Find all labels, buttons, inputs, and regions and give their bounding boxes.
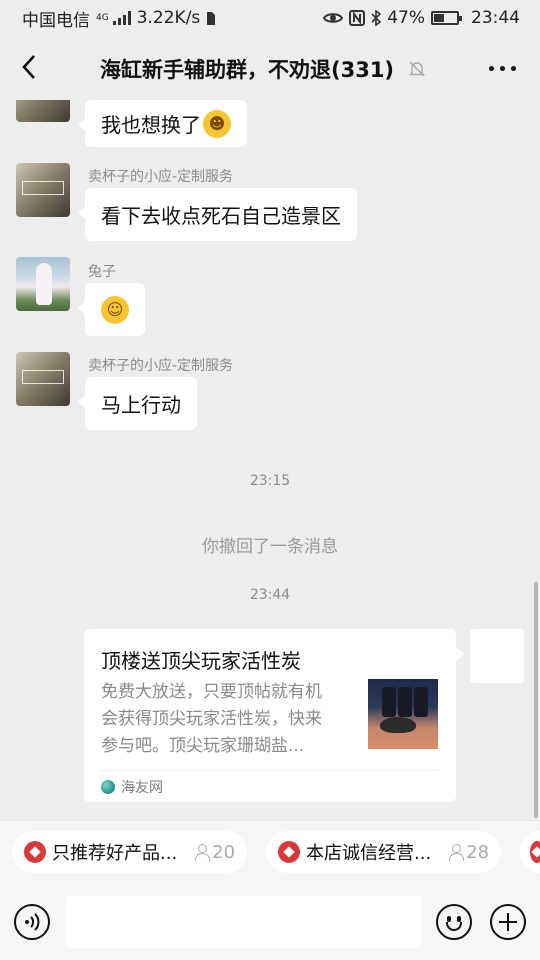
scrollbar[interactable]: [534, 582, 538, 818]
more-button[interactable]: [489, 66, 516, 71]
more-dots-icon: [489, 66, 494, 71]
more-functions-button[interactable]: [490, 904, 526, 940]
message-bubble[interactable]: 马上行动: [78, 377, 197, 430]
my-avatar[interactable]: [470, 629, 524, 683]
message-text: 看下去收点死石自己造景区: [101, 204, 341, 228]
chip-count: 20: [212, 841, 236, 863]
tag-icon: [24, 841, 46, 863]
link-card-description: 免费大放送，只要顶帖就有机 会获得顶尖玩家活性炭，快来 参与吧。顶尖玩家珊瑚盐.…: [101, 682, 322, 756]
message-bubble[interactable]: 看下去收点死石自己造景区: [78, 188, 357, 241]
sender-name: 卖杯子的小应-定制服务: [88, 169, 234, 185]
chip-label: 本店诚信经营...: [306, 843, 432, 864]
message-bubble[interactable]: ☺: [78, 283, 145, 336]
link-card[interactable]: 顶楼送顶尖玩家活性炭 免费大放送，只要顶帖就有机 会获得顶尖玩家活性炭，快来 参…: [84, 629, 464, 802]
avatar[interactable]: [16, 163, 70, 217]
tag-icon: [530, 841, 540, 863]
message-input[interactable]: [66, 896, 421, 948]
chip-label: 只推荐好产品...: [52, 843, 178, 864]
net-speed: 3.22K/s: [136, 8, 201, 28]
input-bar: [0, 884, 540, 960]
link-card-title: 顶楼送顶尖玩家活性炭: [101, 649, 301, 673]
person-icon: [449, 844, 465, 861]
back-arrow-icon: [22, 55, 35, 79]
person-icon: [195, 844, 211, 861]
divider: [101, 770, 439, 771]
bluetooth-icon: [371, 10, 382, 26]
signal-icon: [112, 11, 131, 25]
chip-item[interactable]: [520, 831, 540, 873]
sender-name: 卖杯子的小应-定制服务: [88, 358, 234, 374]
message-text: 马上行动: [101, 393, 181, 417]
message-text: 我也想换了: [101, 113, 201, 137]
smiling-face-icon: ☺: [101, 295, 129, 324]
avatar[interactable]: [16, 352, 70, 406]
message-bubble[interactable]: 我也想换了 ☻: [78, 100, 247, 147]
system-message: 你撤回了一条消息: [202, 537, 338, 557]
avatar[interactable]: [16, 100, 70, 122]
chat-title: 海缸新手辅助群，不劝退(331): [100, 58, 395, 82]
clock: 23:44: [471, 8, 520, 28]
chat-header: 海缸新手辅助群，不劝退(331): [0, 36, 540, 100]
emoji-button[interactable]: [436, 904, 472, 940]
chip-item[interactable]: 只推荐好产品... 20: [12, 831, 248, 873]
eye-icon: [323, 13, 344, 23]
mute-bell-icon: [408, 61, 426, 77]
avatar[interactable]: [16, 257, 70, 311]
battery-icon: [431, 11, 462, 25]
link-card-source: 海友网: [101, 777, 163, 797]
link-card-thumbnail: [368, 679, 438, 749]
sim-icon: [207, 11, 216, 25]
quick-chips: 只推荐好产品... 20 本店诚信经营... 28: [0, 820, 540, 884]
message-list[interactable]: 我也想换了 ☻ 卖杯子的小应-定制服务 看下去收点死石自己造景区 兔子 ☺ 卖杯…: [0, 100, 540, 820]
carrier-label: 中国电信: [22, 10, 90, 31]
voice-button[interactable]: [14, 904, 50, 940]
nfc-icon: [349, 10, 366, 26]
battery-percent: 47%: [387, 8, 425, 28]
source-logo-icon: [101, 780, 115, 794]
tag-icon: [278, 841, 300, 863]
network-badge: 4G: [96, 12, 109, 23]
voice-icon: [25, 913, 40, 931]
status-bar: 中国电信 4G 3.22K/s 47% 23:44: [0, 0, 540, 36]
timestamp: 23:44: [249, 587, 291, 603]
back-button[interactable]: [14, 52, 44, 82]
thinking-face-icon: ☻: [203, 109, 231, 138]
sender-name: 兔子: [88, 264, 116, 280]
chip-item[interactable]: 本店诚信经营... 28: [266, 831, 502, 873]
chip-count: 28: [466, 841, 490, 863]
timestamp: 23:15: [249, 473, 291, 489]
